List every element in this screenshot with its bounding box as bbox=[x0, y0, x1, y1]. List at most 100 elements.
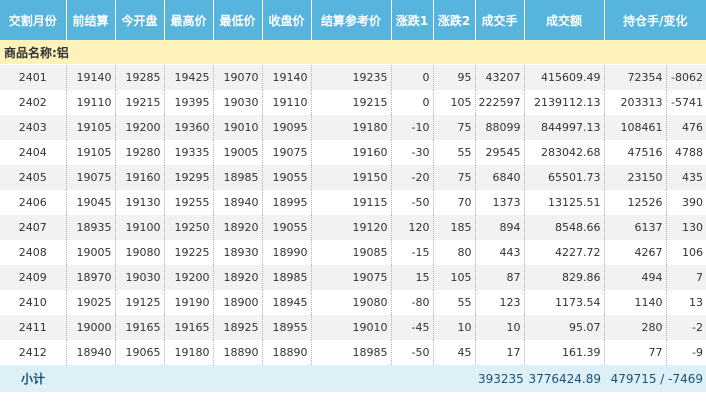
subtotal-row: 小计 393235 3776424.89 479715 / -7469 bbox=[0, 365, 706, 392]
table-cell: 70 bbox=[433, 190, 476, 215]
table-cell: 55 bbox=[433, 290, 476, 315]
table-cell: 19115 bbox=[311, 190, 392, 215]
table-cell: 19105 bbox=[66, 140, 116, 165]
table-cell: 23150 bbox=[604, 165, 667, 190]
table-cell: -30 bbox=[391, 140, 434, 165]
table-cell: 18970 bbox=[66, 265, 116, 290]
table-cell: 2412 bbox=[0, 340, 67, 365]
table-cell: 106 bbox=[682, 246, 704, 259]
table-cell: 283042.68 bbox=[524, 140, 605, 165]
table-cell: 65501.73 bbox=[524, 165, 605, 190]
table-cell: 19190 bbox=[164, 290, 214, 315]
table-cell: 55 bbox=[433, 140, 476, 165]
table-cell: 203313 bbox=[604, 90, 667, 115]
table-cell: 105 bbox=[433, 90, 476, 115]
table-cell: 19095 bbox=[262, 115, 312, 140]
table-cell: 19160 bbox=[311, 140, 392, 165]
table-cell: 19180 bbox=[311, 115, 392, 140]
header-change-1: 涨跌1 bbox=[391, 0, 434, 40]
table-cell: 19080 bbox=[311, 290, 392, 315]
table-cell: -45 bbox=[391, 315, 434, 340]
table-cell: 45 bbox=[433, 340, 476, 365]
table-cell: 19250 bbox=[164, 215, 214, 240]
table-cell: 19180 bbox=[164, 340, 214, 365]
table-cell: 19085 bbox=[311, 240, 392, 265]
header-prev-settlement: 前结算 bbox=[66, 0, 116, 40]
table-cell: 829.86 bbox=[524, 265, 605, 290]
table-cell: -50 bbox=[391, 340, 434, 365]
table-cell: 95 bbox=[433, 64, 476, 90]
table-row: 2405 19075 19160 19295 18985 19055 19150 -20 75 6… bbox=[0, 165, 706, 190]
table-cell: 2407 bbox=[0, 215, 67, 240]
table-cell: 1373 bbox=[475, 190, 525, 215]
subtotal-turnover: 3776424.89 bbox=[524, 365, 604, 392]
table-cell: 95.07 bbox=[524, 315, 605, 340]
table-cell: 18890 bbox=[262, 340, 312, 365]
table-cell: 18930 bbox=[213, 240, 263, 265]
table-cell: -5741 bbox=[671, 96, 704, 109]
table-cell: 19215 bbox=[115, 90, 165, 115]
table-cell: 8548.66 bbox=[524, 215, 605, 240]
table-cell: 18890 bbox=[213, 340, 263, 365]
table-cell: 19075 bbox=[262, 140, 312, 165]
futures-quote-table: 交割月份 前结算 今开盘 最高价 最低价 收盘价 结算参考价 涨跌1 涨跌2 成… bbox=[0, 0, 706, 392]
table-cell: 18945 bbox=[262, 290, 312, 315]
table-cell: 19140 bbox=[262, 64, 312, 90]
table-row: 2409 18970 19030 19200 18920 18985 19075 15 105 8… bbox=[0, 265, 706, 290]
table-cell: 19055 bbox=[262, 165, 312, 190]
table-cell: 19280 bbox=[115, 140, 165, 165]
table-row: 2410 19025 19125 19190 18900 18945 19080 -80 55 1… bbox=[0, 290, 706, 315]
table-cell: 19110 bbox=[66, 90, 116, 115]
table-cell: 2408 bbox=[0, 240, 67, 265]
header-volume: 成交手 bbox=[475, 0, 525, 40]
table-cell: 2402 bbox=[0, 90, 67, 115]
table-cell: 19125 bbox=[115, 290, 165, 315]
table-cell: 1173.54 bbox=[524, 290, 605, 315]
table-cell: 18925 bbox=[213, 315, 263, 340]
table-cell: 19000 bbox=[66, 315, 116, 340]
table-cell: 18955 bbox=[262, 315, 312, 340]
header-turnover: 成交额 bbox=[524, 0, 605, 40]
table-row: 2412 18940 19065 19180 18890 18890 18985 -50 45 1… bbox=[0, 340, 706, 365]
table-cell: 19285 bbox=[115, 64, 165, 90]
table-cell: 19105 bbox=[66, 115, 116, 140]
subtotal-open-interest: 479715 / -7469 bbox=[604, 365, 706, 392]
table-cell: 222597 bbox=[475, 90, 525, 115]
table-cell: 18985 bbox=[262, 265, 312, 290]
table-cell: 894 bbox=[475, 215, 525, 240]
table-row: 2401 19140 19285 19425 19070 19140 19235 0 95 432… bbox=[0, 64, 706, 90]
table-cell: 19295 bbox=[164, 165, 214, 190]
header-open: 今开盘 bbox=[115, 0, 165, 40]
table-cell: 19335 bbox=[164, 140, 214, 165]
table-cell: 390 bbox=[682, 196, 704, 209]
table-cell: -50 bbox=[391, 190, 434, 215]
table-cell: 13 bbox=[689, 296, 704, 309]
table-cell: 123 bbox=[475, 290, 525, 315]
table-cell: 2403 bbox=[0, 115, 67, 140]
group-row: 商品名称:铝 bbox=[0, 40, 706, 65]
table-cell: 2405 bbox=[0, 165, 67, 190]
table-row: 2404 19105 19280 19335 19005 19075 19160 -30 55 2… bbox=[0, 140, 706, 165]
table-cell: 844997.13 bbox=[524, 115, 605, 140]
table-cell: 2411 bbox=[0, 315, 67, 340]
table-cell: 47516 bbox=[604, 140, 667, 165]
product-name-label: 商品名称:铝 bbox=[0, 40, 706, 65]
table-cell: 18920 bbox=[213, 215, 263, 240]
table-cell: 19130 bbox=[115, 190, 165, 215]
table-cell: 87 bbox=[475, 265, 525, 290]
table-cell: 2406 bbox=[0, 190, 67, 215]
header-settlement-ref: 结算参考价 bbox=[311, 0, 392, 40]
table-cell: 415609.49 bbox=[524, 64, 605, 90]
table-cell: 19055 bbox=[262, 215, 312, 240]
table-cell: 10 bbox=[433, 315, 476, 340]
table-cell: 4788 bbox=[675, 146, 704, 159]
table-cell: 19225 bbox=[164, 240, 214, 265]
table-cell: 75 bbox=[433, 115, 476, 140]
table-cell: 1140 bbox=[604, 290, 667, 315]
table-cell: 18990 bbox=[262, 240, 312, 265]
table-cell: 19360 bbox=[164, 115, 214, 140]
subtotal-spacer bbox=[66, 365, 475, 392]
table-cell: 18920 bbox=[213, 265, 263, 290]
header-open-interest: 持仓手/变化 bbox=[604, 0, 706, 40]
header-low: 最低价 bbox=[213, 0, 263, 40]
